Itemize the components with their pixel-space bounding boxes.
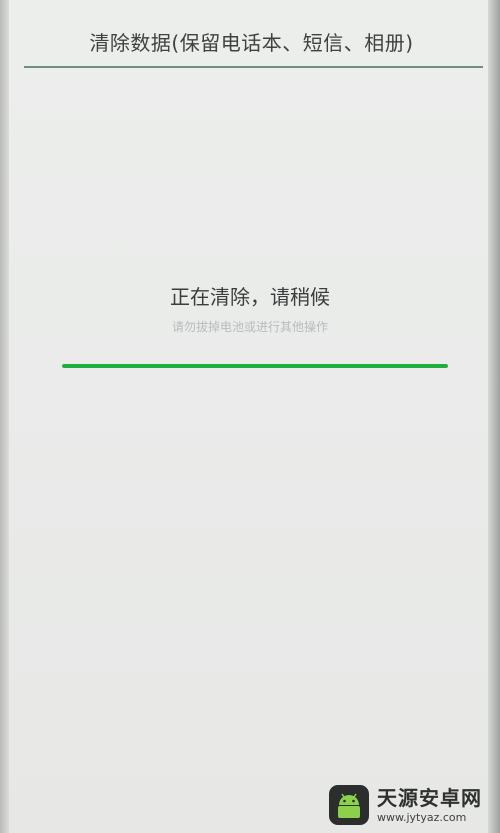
status-message: 正在清除，请稍候 <box>170 285 330 309</box>
watermark: 天源安卓网 www.jytyaz.com <box>327 783 482 827</box>
page-title: 清除数据(保留电话本、短信、相册) <box>89 31 414 55</box>
watermark-name: 天源安卓网 <box>377 785 482 810</box>
watermark-url: www.jytyaz.com <box>377 810 467 824</box>
progress-fill <box>62 364 448 368</box>
status-warning: 请勿拔掉电池或进行其他操作 <box>171 320 328 334</box>
watermark-text: 天源安卓网 www.jytyaz.com <box>377 788 482 823</box>
bezel-right <box>488 0 500 833</box>
title-bar: 清除数据(保留电话本、短信、相册) <box>24 0 479 68</box>
android-logo-icon <box>329 785 369 825</box>
progress-bar <box>62 364 448 368</box>
bezel-left <box>0 0 9 833</box>
screen: 清除数据(保留电话本、短信、相册) 正在清除，请稍候 请勿拔掉电池或进行其他操作… <box>0 0 500 833</box>
title-divider <box>24 66 483 68</box>
